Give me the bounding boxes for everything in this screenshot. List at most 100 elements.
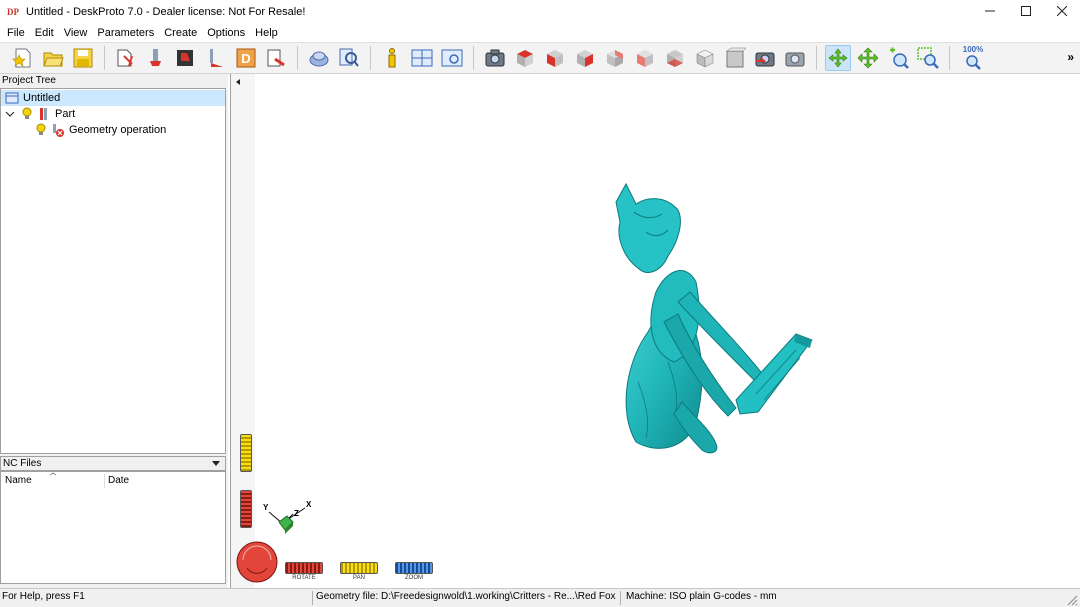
pan-horizontal-wheel[interactable] [340,562,378,574]
open-project-icon[interactable] [40,45,66,71]
save-project-icon[interactable] [70,45,96,71]
toolbar-separator [473,46,474,70]
toolbar-separator [297,46,298,70]
viewport-side-strip [231,74,255,588]
render-icon[interactable] [306,45,332,71]
pan-tool-icon[interactable] [855,45,881,71]
nc-column-date[interactable]: Date [108,474,129,488]
pan-vertical-wheel[interactable] [240,434,252,472]
view-settings-icon[interactable] [439,45,465,71]
tree-operation-label: Geometry operation [69,124,167,136]
zoom-horizontal-wheel[interactable] [395,562,433,574]
layout-icon[interactable] [409,45,435,71]
screenshot-icon[interactable] [482,45,508,71]
rotate-tool-icon[interactable] [825,45,851,71]
cutter-icon[interactable] [203,45,229,71]
next-view-icon[interactable] [782,45,808,71]
menu-view[interactable]: View [59,24,93,42]
column-divider[interactable] [104,474,105,488]
project-tree: Untitled Part Geometry operation [0,88,226,454]
tree-root-label: Untitled [23,92,61,104]
view-back-icon[interactable] [602,45,628,71]
chevron-down-icon[interactable] [5,109,15,119]
menu-edit[interactable]: Edit [30,24,59,42]
zoom-tool-icon[interactable] [885,45,911,71]
inspect-icon[interactable] [336,45,362,71]
axis-x-label: X [306,500,312,509]
title-bar: DP Untitled - DeskProto 7.0 - Dealer lic… [0,0,1080,24]
window-controls [972,0,1080,24]
nc-column-name[interactable]: Name [5,474,32,488]
view-iso2-icon[interactable] [722,45,748,71]
collapse-arrow-icon[interactable] [234,78,242,86]
menu-create[interactable]: Create [159,24,202,42]
view-iso-icon[interactable] [692,45,718,71]
previous-view-icon[interactable] [752,45,778,71]
toolbar-separator [370,46,371,70]
rotate-label: ROTATE [292,575,316,581]
project-icon [5,92,19,104]
axis-triad: Y X Z [263,500,312,534]
app-logo-icon: DP [7,7,19,17]
axis-z-label: Z [294,509,299,518]
zoom-window-icon[interactable] [915,45,941,71]
nc-files-title: NC Files [3,458,42,469]
view-top-icon[interactable] [512,45,538,71]
sort-indicator-icon [49,472,57,476]
menu-file[interactable]: File [2,24,30,42]
close-icon[interactable] [1044,0,1080,24]
window-title: Untitled - DeskProto 7.0 - Dealer licens… [26,6,306,18]
zoom-100-label: 100% [962,45,984,54]
project-tree-header: Project Tree [0,74,226,88]
info-icon[interactable] [379,45,405,71]
main-toolbar: D 100% » [0,42,1080,74]
minimize-icon[interactable] [972,0,1008,24]
maximize-icon[interactable] [1008,0,1044,24]
nc-files-list: Name Date [0,471,226,584]
toolbar-more-icon[interactable]: » [1067,50,1074,64]
new-project-icon[interactable] [10,45,36,71]
part-icon [40,108,47,120]
resize-grip-icon[interactable] [1066,594,1078,606]
toolbar-separator [949,46,950,70]
rotate-vertical-wheel[interactable] [240,490,252,528]
tree-item-root[interactable]: Untitled [1,90,225,106]
lightbulb-icon[interactable] [35,123,47,137]
dxf-icon[interactable]: D [233,45,259,71]
zoom-100-button[interactable]: 100% [958,45,988,71]
lightbulb-icon[interactable] [21,107,33,121]
fox-model[interactable] [586,182,826,462]
menu-help[interactable]: Help [250,24,283,42]
status-divider [620,591,621,605]
view-front-icon[interactable] [542,45,568,71]
status-help: For Help, press F1 [2,591,85,602]
status-machine: Machine: ISO plain G-codes - mm [626,591,777,602]
left-panel: Project Tree Untitled Part Geometry oper… [0,74,228,588]
zoom-label: ZOOM [405,575,423,581]
3d-viewport[interactable]: ROTATE PAN ZOOM Y X Z [230,74,1080,588]
dropdown-arrow-icon[interactable] [211,457,221,469]
operation-parameters-icon[interactable] [143,45,169,71]
tree-item-part[interactable]: Part [1,106,75,122]
view-right-icon[interactable] [572,45,598,71]
toolbar-separator [816,46,817,70]
toolbar-separator [104,46,105,70]
axis-y-label: Y [263,503,269,512]
part-parameters-icon[interactable] [113,45,139,71]
tree-item-operation[interactable]: Geometry operation [1,122,166,138]
tree-part-label: Part [55,108,76,120]
menu-parameters[interactable]: Parameters [92,24,159,42]
status-bar: For Help, press F1 Geometry file: D:\Fre… [0,588,1080,607]
status-geometry-file: Geometry file: D:\Freedesignwold\1.worki… [316,591,618,602]
menu-options[interactable]: Options [202,24,250,42]
export-icon[interactable] [263,45,289,71]
svg-text:D: D [241,51,250,66]
rotate-dial-icon[interactable] [233,538,281,584]
menu-bar: File Edit View Parameters Create Options… [0,24,1080,42]
view-left-icon[interactable] [632,45,658,71]
operation-error-icon [53,124,64,137]
rotate-horizontal-wheel[interactable] [285,562,323,574]
nc-files-header: NC Files [0,456,226,471]
machine-parameters-icon[interactable] [173,45,199,71]
view-bottom-icon[interactable] [662,45,688,71]
